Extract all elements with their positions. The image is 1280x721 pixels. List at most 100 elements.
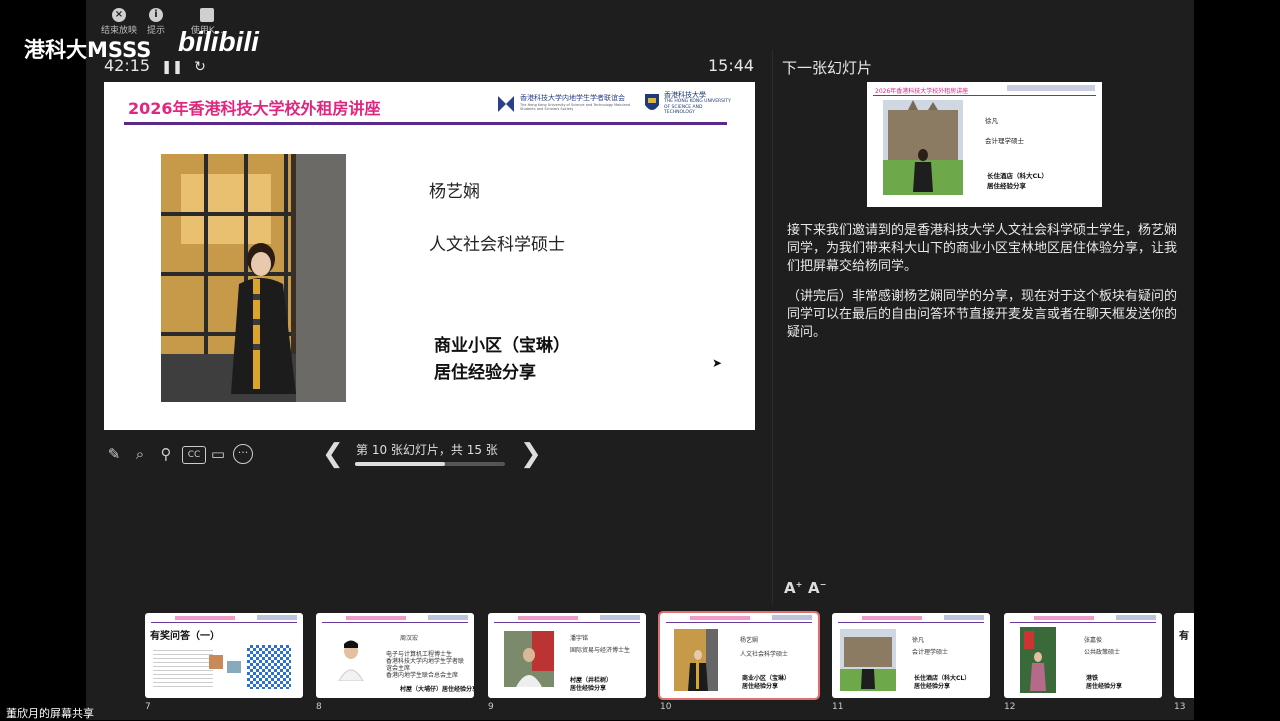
thumb-number: 10 — [660, 702, 672, 712]
thumbnail-slide-10[interactable]: 杨艺娴 人文社会科学硕士 商业小区（宝琳） 居住经验分享 — [658, 611, 820, 700]
university-logo: 香港科技大學 THE HONG KONG UNIVERSITY OF SCIEN… — [644, 90, 734, 120]
thumb-name: 张嘉俊 — [1084, 637, 1103, 644]
thumb-underline — [322, 622, 468, 623]
university-name-en: THE HONG KONG UNIVERSITY OF SCIENCE AND … — [664, 99, 731, 115]
thumb-text-block — [153, 647, 213, 687]
title-underline — [124, 122, 727, 125]
thumb-logo — [944, 615, 984, 620]
speaker-photo — [161, 154, 346, 402]
reset-icon[interactable]: ↻ — [194, 59, 206, 75]
thumb-title-bar — [346, 616, 406, 620]
thumb-photo — [674, 629, 718, 691]
thumb-line: 国际贸易与经济博士生 — [570, 647, 631, 654]
thumbnail-slide-9[interactable]: 潘宇铭 国际贸易与经济博士生 村屋（井栏树） 居住经验分享 — [488, 613, 646, 698]
next-speaker-degree: 会计理学硕士 — [985, 137, 1024, 145]
thumb-image — [209, 655, 223, 669]
channel-watermark: 港科大MSSS — [24, 38, 152, 62]
topic-line-1: 商业小区（宝琳） — [434, 336, 570, 356]
thumb-number: 9 — [488, 702, 494, 712]
next-topic-line-2: 居住经验分享 — [987, 182, 1026, 190]
thumbnail-slide-7[interactable]: 有奖问答（一） — [145, 613, 303, 698]
thumb-underline — [666, 622, 812, 623]
next-slide-logos — [1007, 85, 1095, 91]
thumb-underline — [838, 622, 984, 623]
thumb-title-bar — [862, 616, 922, 620]
pause-icon[interactable]: ❚❚ — [161, 60, 183, 75]
previous-slide-button[interactable]: ❮ — [322, 440, 344, 468]
thumb-topic: 居住经验分享 — [1086, 683, 1123, 690]
thumb-topic: 居住经验分享 — [570, 685, 607, 692]
thumb-title-bar — [690, 616, 750, 620]
captions-icon[interactable]: CC — [182, 446, 206, 464]
next-speaker-name: 徐凡 — [985, 117, 998, 125]
thumb-name: 徐凡 — [912, 637, 925, 644]
thumb-logo — [600, 615, 640, 620]
thumb-line: 公共政策硕士 — [1084, 649, 1121, 656]
thumbnail-slide-13[interactable]: 有 — [1174, 613, 1194, 698]
thumb-photo — [840, 629, 896, 691]
org-name: 香港科技大学内地学生学者联谊会 — [520, 94, 625, 102]
increase-font-button[interactable]: A+ — [784, 579, 802, 597]
thumb-logo — [1116, 615, 1156, 620]
notes-paragraph-1: 接下来我们邀请到的是香港科技大学人文社会科学硕士学生，杨艺娴同学，为我们带来科大… — [787, 223, 1178, 274]
thumb-heading: 有 — [1179, 631, 1189, 642]
thumb-title-bar — [1034, 616, 1094, 620]
zoom-icon[interactable]: ⌕ — [130, 444, 150, 464]
thumb-number: 13 — [1174, 702, 1186, 712]
org-logo: 香港科技大学内地学生学者联谊会 The Hong Kong University… — [496, 92, 636, 116]
thumb-topic: 居住经验分享 — [914, 683, 951, 690]
slide-title: 2026年香港科技大学校外租房讲座 — [128, 99, 381, 118]
notes-paragraph-2: （讲完后）非常感谢杨艺娴同学的分享，现在对于这个板块有疑问的同学可以在最后的自由… — [787, 289, 1178, 340]
slide-progress-fill — [355, 462, 445, 466]
next-slide-photo — [883, 100, 963, 195]
thumb-photo — [1020, 627, 1056, 693]
thumb-name: 杨艺娴 — [740, 637, 759, 644]
thumb-logo — [772, 615, 812, 620]
thumb-topic: 居住经验分享 — [742, 683, 779, 690]
thumb-line: 会计理学硕士 — [912, 649, 949, 656]
divider — [772, 50, 773, 605]
info-icon: i — [149, 8, 163, 22]
slide-counter: 第 10 张幻灯片，共 15 张 — [356, 443, 498, 457]
thumbnail-slide-12[interactable]: 张嘉俊 公共政策硕士 港铁 居住经验分享 — [1004, 613, 1162, 698]
thumb-line: 人文社会科学硕士 — [740, 651, 789, 658]
org-name-en: The Hong Kong University of Science and … — [520, 103, 631, 111]
laser-pointer-icon[interactable]: ⚲ — [156, 444, 176, 464]
thumbnail-slide-8[interactable]: 周汉宏 电子与计算机工程博士生 香港科技大学内地学生学者联 谊会主席 香港内地学… — [316, 613, 474, 698]
thumb-topic: 村屋（大埔仔）居住经验分享 — [400, 686, 474, 693]
more-options-icon[interactable]: ··· — [233, 444, 253, 464]
speaker-degree: 人文社会科学硕士 — [429, 235, 565, 255]
thumb-number: 8 — [316, 702, 322, 712]
thumb-photo — [504, 631, 554, 687]
speaker-notes[interactable]: 接下来我们邀请到的是香港科技大学人文社会科学硕士学生，杨艺娴同学，为我们带来科大… — [787, 222, 1187, 354]
org-emblem-icon — [498, 96, 514, 112]
university-crest-icon — [645, 94, 659, 110]
thumb-number: 11 — [832, 702, 844, 712]
thumb-underline — [494, 622, 640, 623]
next-slide-preview[interactable]: 2026年香港科技大学校外租房讲座 徐凡 会计理学硕士 长住酒店（科大CL） 居… — [867, 82, 1102, 207]
clock: 15:44 — [708, 56, 755, 75]
thumb-line: 香港内地学生联合总会主席 — [386, 672, 459, 679]
thumb-logo — [257, 615, 297, 620]
next-topic-line-1: 长住酒店（科大CL） — [987, 172, 1048, 180]
decrease-font-button[interactable]: A− — [808, 579, 826, 597]
next-slide-title: 2026年香港科技大学校外租房讲座 — [875, 88, 969, 95]
thumb-underline — [1010, 622, 1156, 623]
increase-font-label: A — [784, 579, 796, 597]
camera-icon[interactable]: ▭ — [208, 444, 228, 464]
thumb-name: 周汉宏 — [400, 635, 419, 642]
thumb-image — [227, 661, 241, 673]
thumb-title-bar — [175, 616, 235, 620]
speaker-photo-image — [161, 154, 346, 402]
thumbnail-slide-11[interactable]: 徐凡 会计理学硕士 长住酒店（科大CL） 居住经验分享 — [832, 613, 990, 698]
mouse-cursor-icon: ➤ — [712, 356, 723, 370]
speaker-name: 杨艺娴 — [429, 182, 480, 202]
current-slide[interactable]: 2026年香港科技大学校外租房讲座 香港科技大学内地学生学者联谊会 The Ho… — [104, 82, 755, 430]
pen-icon[interactable]: ✎ — [104, 444, 124, 464]
thumb-underline — [151, 622, 297, 623]
qr-code — [247, 645, 291, 689]
window-icon — [200, 8, 214, 22]
thumb-number: 12 — [1004, 702, 1016, 712]
next-slide-button[interactable]: ❯ — [520, 440, 542, 468]
thumb-heading: 有奖问答（一） — [150, 631, 220, 642]
